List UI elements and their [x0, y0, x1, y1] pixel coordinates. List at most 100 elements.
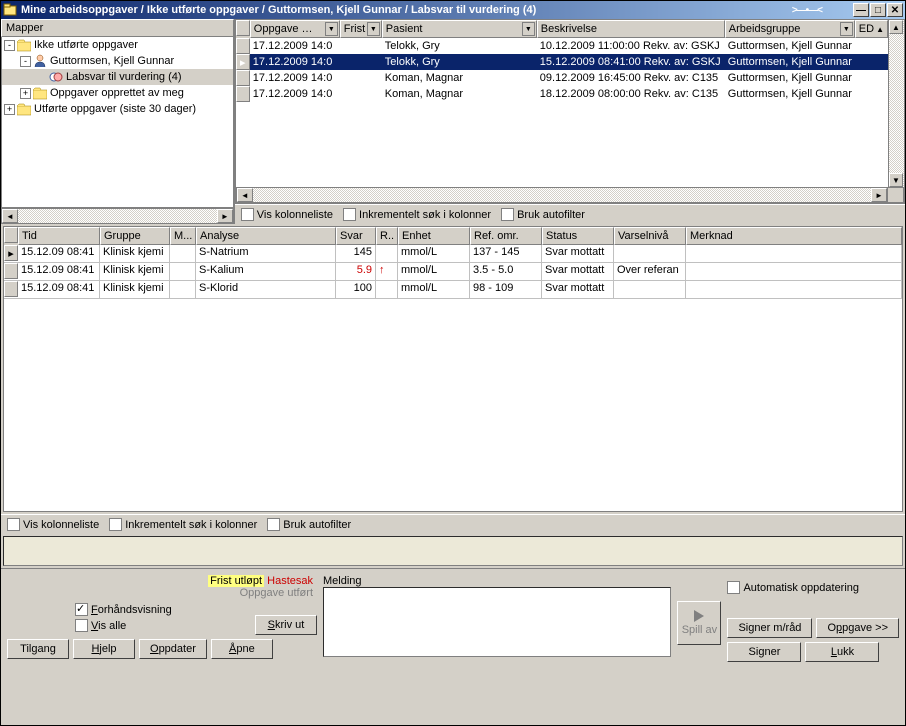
chk-vis-kolonneliste[interactable]: Vis kolonneliste — [241, 208, 333, 221]
col-svar[interactable]: Svar — [336, 227, 376, 245]
tree-item[interactable]: -Guttormsen, Kjell Gunnar — [2, 53, 233, 69]
chk-forhandsvisning[interactable]: FForhåndsvisningorhåndsvisning — [75, 603, 172, 616]
col-pasient[interactable]: Pasient▼ — [382, 20, 537, 38]
chk-automatisk[interactable]: Automatisk oppdatering — [727, 581, 859, 594]
row-marker — [4, 263, 18, 279]
folder-tree[interactable]: -Ikke utførte oppgaver-Guttormsen, Kjell… — [1, 37, 234, 208]
task-hscroll[interactable]: ◄ ► — [236, 187, 904, 203]
tree-item[interactable]: +Oppgaver opprettet av meg — [2, 85, 233, 101]
row-marker — [4, 281, 18, 297]
lab-row[interactable]: ▸15.12.09 08:41Klinisk kjemiS-Natrium145… — [4, 245, 902, 263]
hjelp-button[interactable]: HjelpHjelp — [73, 639, 135, 659]
col-merknad[interactable]: Merknad — [686, 227, 902, 245]
scroll-up-icon[interactable]: ▲ — [889, 20, 903, 34]
col-oppgave[interactable]: Oppgave …▼ — [250, 20, 340, 38]
oppdater-button[interactable]: OppdaterOppdater — [139, 639, 207, 659]
legend-utfort: Oppgave utført — [240, 587, 313, 599]
skriv-ut-button[interactable]: Skriv utSkriv ut — [255, 615, 317, 635]
task-row[interactable]: 17.12.2009 14:0Koman, Magnar18.12.2009 0… — [236, 86, 888, 102]
chk-bruk-autofilter-2[interactable]: Bruk autofilter — [267, 518, 351, 531]
tree-hscroll[interactable]: ◄ ► — [1, 208, 234, 224]
task-row[interactable]: ▸17.12.2009 14:0Telokk, Gry15.12.2009 08… — [236, 54, 888, 70]
lab-icon — [49, 70, 63, 84]
tilgang-button[interactable]: Tilgang — [7, 639, 69, 659]
legend-haste: Hastesak — [267, 575, 313, 587]
tree-toggle-icon[interactable]: + — [4, 104, 15, 115]
col-beskrivelse[interactable]: Beskrivelse — [537, 20, 725, 38]
signer-button[interactable]: SignerSigner — [727, 642, 801, 662]
row-marker: ▸ — [236, 54, 250, 70]
col-analyse[interactable]: Analyse — [196, 227, 336, 245]
play-icon — [694, 610, 704, 622]
close-button[interactable]: ✕ — [887, 3, 903, 17]
lab-grid: Tid Gruppe M... Analyse Svar R.. Enhet R… — [3, 226, 903, 512]
tree-item[interactable]: - Ikke utførte oppgaver — [2, 37, 233, 53]
tree-item-label: Ikke utførte oppgaver — [34, 39, 138, 51]
folder-icon — [33, 86, 47, 100]
col-ed[interactable]: ED▲ — [855, 20, 888, 38]
chk-vis-kolonneliste-2[interactable]: Vis kolonneliste — [7, 518, 99, 531]
folder-tree-pane: Mapper -Ikke utførte oppgaver-Guttormsen… — [1, 19, 235, 224]
person-icon — [33, 54, 47, 68]
maximize-button[interactable]: □ — [870, 3, 886, 17]
task-grid-body[interactable]: 17.12.2009 14:0Telokk, Gry10.12.2009 11:… — [236, 38, 888, 187]
lab-results-pane: Tid Gruppe M... Analyse Svar R.. Enhet R… — [1, 224, 905, 534]
oppgave-button[interactable]: Oppgave >>Oppgave >> — [816, 618, 899, 638]
task-row[interactable]: 17.12.2009 14:0Telokk, Gry10.12.2009 11:… — [236, 38, 888, 54]
col-r[interactable]: R.. — [376, 227, 398, 245]
lab-filter-row: Vis kolonneliste Inkrementelt søk i kolo… — [1, 514, 905, 534]
chk-bruk-autofilter[interactable]: Bruk autofilter — [501, 208, 585, 221]
dropdown-icon[interactable]: ▼ — [325, 22, 338, 36]
col-m[interactable]: M... — [170, 227, 196, 245]
lab-row[interactable]: 15.12.09 08:41Klinisk kjemiS-Klorid100mm… — [4, 281, 902, 299]
scroll-right-icon[interactable]: ► — [871, 188, 887, 202]
folder-icon — [17, 102, 31, 116]
task-grid-header: Oppgave …▼ Frist▼ Pasient▼ Beskrivelse A… — [236, 20, 888, 38]
tree-toggle-icon[interactable]: - — [20, 56, 31, 67]
memo-area[interactable] — [3, 536, 903, 566]
row-marker-header — [236, 20, 250, 36]
folder-icon — [17, 38, 31, 52]
col-varsel[interactable]: Varselnivå — [614, 227, 686, 245]
tree-item[interactable]: + Utførte oppgaver (siste 30 dager) — [2, 101, 233, 117]
lab-grid-body[interactable]: ▸15.12.09 08:41Klinisk kjemiS-Natrium145… — [4, 245, 902, 299]
dropdown-icon[interactable]: ▼ — [840, 22, 853, 36]
melding-textarea[interactable] — [323, 587, 671, 657]
scroll-down-icon[interactable]: ▼ — [889, 173, 903, 187]
tree-item[interactable]: Labsvar til vurdering (4) — [2, 69, 233, 85]
tree-toggle-icon[interactable]: + — [20, 88, 31, 99]
signer-mrad-button[interactable]: Signer m/råd — [727, 618, 812, 638]
col-frist[interactable]: Frist▼ — [340, 20, 382, 38]
tree-toggle-icon[interactable]: - — [4, 40, 15, 51]
scroll-right-icon[interactable]: ► — [217, 209, 233, 223]
chk-vis-alle[interactable]: Vis alleVis alle — [75, 619, 126, 632]
lukk-button[interactable]: LukkLukk — [805, 642, 879, 662]
col-ref[interactable]: Ref. omr. — [470, 227, 542, 245]
tree-item-label: Utførte oppgaver (siste 30 dager) — [34, 103, 196, 115]
melding-label: Melding — [323, 575, 671, 587]
lab-grid-header: Tid Gruppe M... Analyse Svar R.. Enhet R… — [4, 227, 902, 245]
task-row[interactable]: 17.12.2009 14:0Koman, Magnar09.12.2009 1… — [236, 70, 888, 86]
task-vscroll[interactable]: ▲ ▼ — [888, 20, 904, 187]
chk-inkrementelt-2[interactable]: Inkrementelt søk i kolonner — [109, 518, 257, 531]
pushpin-icon[interactable]: >—•—< — [792, 5, 822, 16]
lab-row[interactable]: 15.12.09 08:41Klinisk kjemiS-Kalium5.9↑m… — [4, 263, 902, 281]
scroll-left-icon[interactable]: ◄ — [237, 188, 253, 202]
col-arbeidsgruppe[interactable]: Arbeidsgruppe▼ — [725, 20, 855, 38]
legend: Frist utløpt Hastesak Oppgave utført — [7, 575, 317, 599]
dropdown-icon[interactable]: ▼ — [367, 22, 380, 36]
spill-av-button[interactable]: Spill av — [677, 601, 721, 645]
titlebar-text: Mine arbeidsoppgaver / Ikke utførte oppg… — [21, 4, 792, 16]
dropdown-icon[interactable]: ▼ — [522, 22, 535, 36]
col-tid[interactable]: Tid — [18, 227, 100, 245]
legend-frist: Frist utløpt — [208, 575, 264, 587]
tree-item-label: Labsvar til vurdering (4) — [66, 71, 182, 83]
task-list-pane: Oppgave …▼ Frist▼ Pasient▼ Beskrivelse A… — [235, 19, 905, 224]
col-status[interactable]: Status — [542, 227, 614, 245]
chk-inkrementelt[interactable]: Inkrementelt søk i kolonner — [343, 208, 491, 221]
scroll-left-icon[interactable]: ◄ — [2, 209, 18, 223]
minimize-button[interactable]: — — [853, 3, 869, 17]
col-gruppe[interactable]: Gruppe — [100, 227, 170, 245]
col-enhet[interactable]: Enhet — [398, 227, 470, 245]
apne-button[interactable]: ÅpneÅpne — [211, 639, 273, 659]
